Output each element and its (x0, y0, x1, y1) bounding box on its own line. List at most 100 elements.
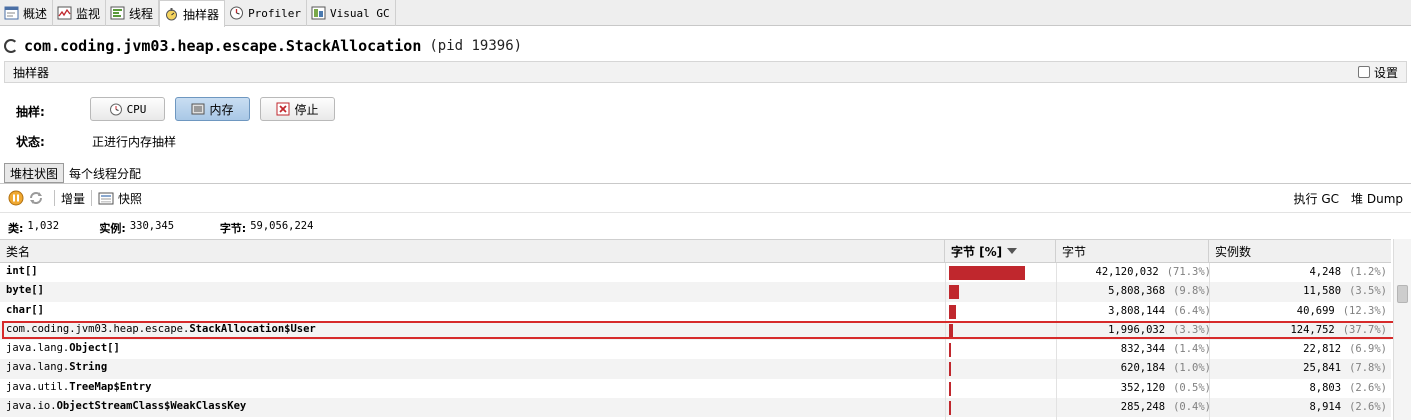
column-header-class-name[interactable]: 类名 (0, 240, 945, 262)
summary-bar: 类: 1,032 实例: 330,345 字节: 59,056,224 (8, 220, 313, 236)
results-toolbar: 增量 快照 (8, 188, 142, 208)
bytes-value: 832,344 (1120, 343, 1166, 356)
column-label: 字节 [%] (951, 244, 1003, 259)
heap-dump-button[interactable]: 堆 Dump (1351, 190, 1403, 207)
toolbar-actions: 执行 GC 堆 Dump (1294, 190, 1403, 207)
visual-gc-icon (311, 6, 326, 20)
table-row[interactable]: char[] 3,808,144 (6.4%) 40,699 (12.3%) (0, 302, 1391, 321)
status-value: 正进行内存抽样 (92, 135, 177, 149)
table-row[interactable]: java.util.TreeMap$Entry 352,120 (0.5%) 8,80… (0, 379, 1391, 398)
tab-label: 监视 (76, 6, 101, 21)
scrollbar-thumb[interactable] (1397, 285, 1408, 303)
divider (0, 183, 1411, 184)
column-label: 类名 (6, 244, 31, 259)
tab-visual-gc[interactable]: Visual GC (307, 0, 396, 26)
classes-label: 类: (8, 222, 24, 235)
cpu-button-label: CPU (126, 102, 147, 116)
sampler-section-header: 抽样器 设置 (4, 61, 1407, 83)
bytes-cell: 620,184 (1.0%) (1121, 362, 1211, 374)
instances-cell: 22,812 (6.9%) (1303, 343, 1387, 355)
tab-sampler[interactable]: 抽样器 (159, 0, 226, 27)
vertical-scrollbar[interactable] (1393, 239, 1411, 420)
class-name: java.util.TreeMap$Entry (6, 381, 151, 393)
column-label: 实例数 (1215, 244, 1252, 259)
cpu-button[interactable]: CPU (90, 97, 165, 121)
sort-descending-icon (1007, 248, 1018, 254)
tab-heap-histogram[interactable]: 堆柱状图 (4, 163, 65, 183)
instances-percent: (2.6%) (1349, 401, 1387, 414)
bytes-value: 3,808,144 (1108, 304, 1166, 317)
clock-icon (109, 103, 122, 116)
tab-label: 概述 (23, 6, 48, 21)
memory-button[interactable]: 内存 (175, 97, 250, 121)
table-body: int[] 42,120,032 (71.3%) 4,248 (1.2%) byte[] 5… (0, 263, 1391, 418)
instances-percent: (12.3%) (1342, 304, 1387, 317)
monitor-icon (57, 6, 72, 20)
table-header: 类名 字节 [%] 字节 实例数 (0, 239, 1391, 263)
bytes-percent: (1.0%) (1173, 362, 1211, 375)
tab-profiler[interactable]: Profiler (225, 0, 308, 26)
bytes-value: 285,248 (1120, 401, 1166, 414)
table-row[interactable]: java.lang.String 620,184 (1.0%) 25,841 (7.8%… (0, 359, 1391, 379)
column-header-bytes[interactable]: 字节 (1056, 240, 1209, 262)
bytes-share-bar (949, 362, 951, 377)
column-header-instances[interactable]: 实例数 (1209, 240, 1391, 262)
refresh-icon[interactable] (28, 190, 44, 206)
bytes-percent: (0.4%) (1173, 401, 1211, 414)
bytes-label: 字节: (219, 222, 247, 235)
snapshot-icon[interactable] (98, 190, 114, 206)
stop-button[interactable]: 停止 (260, 97, 335, 121)
view-tabs: 堆柱状图 每个线程分配 (4, 163, 146, 183)
instances-percent: (7.8%) (1349, 362, 1387, 375)
tab-monitor[interactable]: 监视 (53, 0, 107, 26)
class-name: java.io.ObjectStreamClass$WeakClassKey (6, 400, 246, 412)
settings-checkbox[interactable] (1357, 66, 1370, 78)
class-name: int[] (6, 265, 38, 277)
simple-class-name: byte[] (6, 284, 44, 297)
bytes-share-bar (949, 285, 959, 300)
instances-cell: 25,841 (7.8%) (1303, 362, 1387, 374)
instances-cell: 4,248 (1.2%) (1309, 266, 1387, 278)
package-prefix: java.lang. (6, 361, 70, 374)
instances-cell: 8,914 (2.6%) (1309, 401, 1387, 413)
column-divider (945, 263, 946, 420)
delta-button[interactable]: 增量 (61, 190, 85, 207)
bytes-share-bar (949, 381, 951, 396)
bytes-cell: 285,248 (0.4%) (1121, 401, 1211, 413)
table-row[interactable]: int[] 42,120,032 (71.3%) 4,248 (1.2%) (0, 263, 1391, 282)
simple-class-name: ObjectStreamClass$WeakClassKey (56, 400, 247, 413)
simple-class-name: String (69, 361, 108, 374)
bytes-percent: (71.3%) (1166, 266, 1211, 278)
table-row[interactable]: java.io.ObjectStreamClass$WeakClassKey 28… (0, 398, 1391, 418)
instances-value: 11,580 (1303, 285, 1342, 298)
page-header: com.coding.jvm03.heap.escape.StackAlloca… (0, 34, 522, 58)
stop-icon (276, 102, 290, 116)
profiler-icon (230, 6, 244, 20)
bytes-value: 5,808,368 (1108, 285, 1166, 298)
instances-value: 330,345 (129, 220, 175, 232)
package-prefix: java.util. (6, 380, 70, 393)
tab-overview[interactable]: 概述 (0, 0, 54, 26)
column-header-bytes-percent[interactable]: 字节 [%] (945, 240, 1056, 262)
tab-per-thread-allocation[interactable]: 每个线程分配 (64, 163, 146, 183)
instances-cell: 8,803 (2.6%) (1309, 382, 1387, 394)
bytes-percent: (9.8%) (1173, 285, 1211, 298)
simple-class-name: TreeMap$Entry (69, 380, 152, 393)
stop-button-label: 停止 (294, 102, 319, 117)
instances-value: 40,699 (1296, 304, 1335, 317)
settings-toggle[interactable]: 设置 (1357, 64, 1398, 81)
tab-label: Profiler (248, 6, 302, 20)
simple-class-name: Object[] (69, 342, 120, 355)
perform-gc-button[interactable]: 执行 GC (1294, 190, 1340, 207)
table-row[interactable]: java.lang.Object[] 832,344 (1.4%) 22,812 (6.… (0, 340, 1391, 359)
column-label: 字节 (1062, 244, 1087, 259)
table-row[interactable]: byte[] 5,808,368 (9.8%) 11,580 (3.5%) (0, 282, 1391, 302)
bytes-value: 620,184 (1120, 362, 1166, 375)
sample-label: 抽样: (16, 105, 45, 119)
pause-icon[interactable] (8, 190, 24, 206)
snapshot-button[interactable]: 快照 (118, 190, 142, 207)
bytes-share-bar (949, 266, 1025, 280)
tab-threads[interactable]: 线程 (106, 0, 160, 26)
loading-spinner-icon (4, 39, 18, 53)
package-prefix: java.io. (6, 400, 57, 413)
